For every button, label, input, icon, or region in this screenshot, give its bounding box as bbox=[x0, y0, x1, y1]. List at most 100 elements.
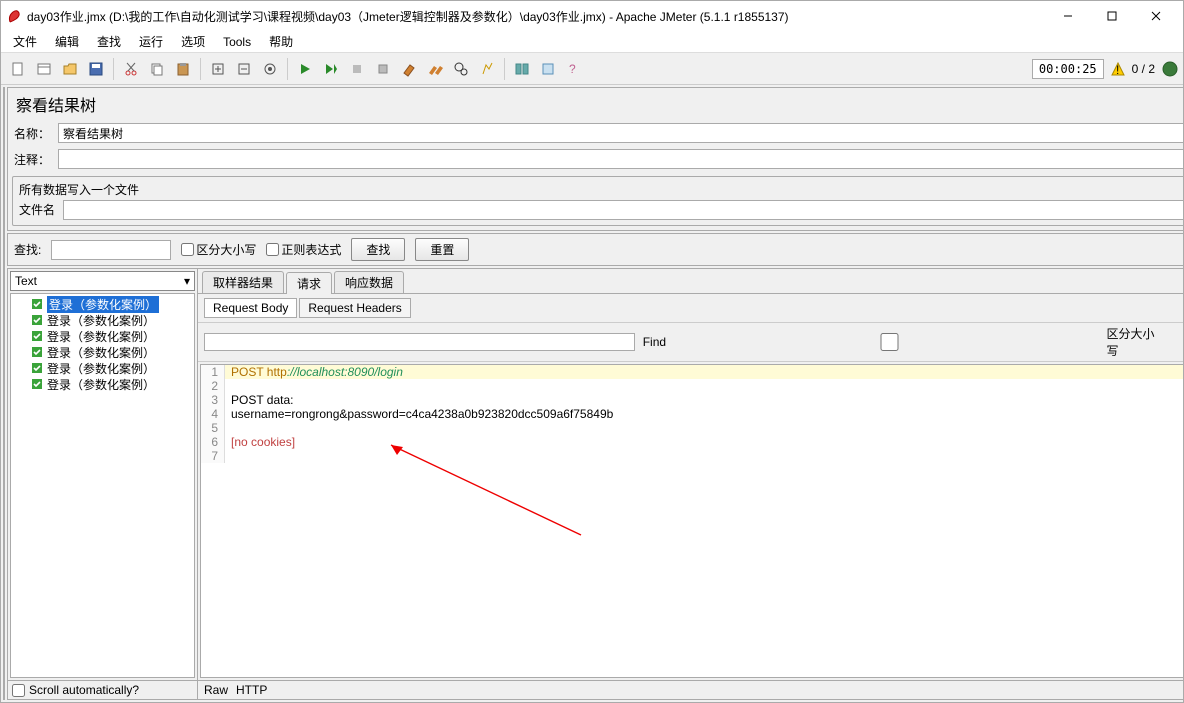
code-line: 6[no cookies] bbox=[201, 435, 1183, 449]
tree-item[interactable]: ⊞··随机顺序控制器 bbox=[4, 204, 5, 220]
tree-item[interactable]: ··查询所有学生 bbox=[4, 348, 5, 364]
maximize-button[interactable] bbox=[1091, 3, 1133, 29]
new-icon[interactable] bbox=[5, 56, 31, 82]
comment-label: 注释： bbox=[14, 151, 54, 168]
shutdown-icon[interactable] bbox=[370, 56, 396, 82]
start-notimers-icon[interactable] bbox=[318, 56, 344, 82]
clear-icon[interactable] bbox=[396, 56, 422, 82]
server-icon[interactable] bbox=[1161, 60, 1179, 78]
svg-text:!: ! bbox=[1116, 63, 1119, 77]
renderer-dropdown[interactable]: Text ▾ bbox=[10, 271, 195, 291]
save-icon[interactable] bbox=[83, 56, 109, 82]
tree-item[interactable]: ⊞··如果（If）控制器 bbox=[4, 316, 5, 332]
tree-item[interactable]: ⊞··事务控制器 bbox=[4, 300, 5, 316]
tree-item[interactable]: ⊞··随机控制器 bbox=[4, 188, 5, 204]
tree-item[interactable]: ⊞··ForEach控制器 bbox=[4, 284, 5, 300]
sample-results-list[interactable]: 登录（参数化案例）登录（参数化案例）登录（参数化案例）登录（参数化案例）登录（参… bbox=[10, 293, 195, 678]
reset-search-icon[interactable] bbox=[474, 56, 500, 82]
function-icon[interactable] bbox=[509, 56, 535, 82]
raw-label[interactable]: Raw bbox=[204, 683, 228, 697]
file-output-group: 所有数据写入一个文件 文件名 浏览... 显示日志内容： 仅错误日志 仅成功日志… bbox=[12, 176, 1183, 226]
name-input[interactable] bbox=[58, 123, 1183, 143]
help-icon[interactable] bbox=[535, 56, 561, 82]
copy-icon[interactable] bbox=[144, 56, 170, 82]
tab-sampler[interactable]: 取样器结果 bbox=[202, 271, 284, 293]
tree-item[interactable]: ··察看结果树 bbox=[4, 124, 5, 140]
menu-run[interactable]: 运行 bbox=[131, 31, 171, 52]
subtab-headers[interactable]: Request Headers bbox=[299, 298, 410, 318]
tree-item[interactable]: ··登录（参数化案例） bbox=[4, 412, 5, 428]
test-plan-tree[interactable]: ⊟ 测试计划 ⊟ 线程组 ··察看结果树 ··用户定义的变量 ··BeanShe… bbox=[3, 87, 5, 700]
tree-root[interactable]: ⊟ 测试计划 bbox=[4, 92, 5, 108]
sample-result-item[interactable]: 登录（参数化案例） bbox=[13, 312, 192, 328]
find-case-checkbox[interactable]: 区分大小写 bbox=[674, 325, 1163, 359]
find-in-body: Find 区分大小写 正则表达式 bbox=[198, 323, 1183, 362]
sample-result-item[interactable]: 登录（参数化案例） bbox=[13, 328, 192, 344]
minimize-button[interactable] bbox=[1047, 3, 1089, 29]
chevron-down-icon: ▾ bbox=[184, 274, 190, 288]
menu-search[interactable]: 查找 bbox=[89, 31, 129, 52]
tab-response[interactable]: 响应数据 bbox=[334, 271, 404, 293]
start-icon[interactable] bbox=[292, 56, 318, 82]
tree-item[interactable]: ⊞··简单控制器 bbox=[4, 172, 5, 188]
menu-tools[interactable]: Tools bbox=[215, 33, 259, 51]
listener-panel: 察看结果树 名称： 注释： 所有数据写入一个文件 文件名 浏览... 显示日志内… bbox=[7, 87, 1183, 231]
menu-options[interactable]: 选项 bbox=[173, 31, 213, 52]
find-regex-checkbox[interactable]: 正则表达式 bbox=[1171, 325, 1183, 359]
tree-item[interactable]: ⊞··循环控制器 bbox=[4, 220, 5, 236]
collapse-icon[interactable] bbox=[231, 56, 257, 82]
search-icon[interactable] bbox=[448, 56, 474, 82]
request-body-view[interactable]: 1POST http://localhost:8090/login2 3POST… bbox=[200, 364, 1183, 678]
http-label[interactable]: HTTP bbox=[236, 683, 267, 697]
code-line: 4username=rongrong&password=c4ca4238a0b9… bbox=[201, 407, 1183, 421]
sample-result-item[interactable]: 登录（参数化案例） bbox=[13, 376, 192, 392]
tree-item[interactable]: ⊞··While控制器（不填） bbox=[4, 364, 5, 380]
sample-result-item[interactable]: 登录（参数化案例） bbox=[13, 296, 192, 312]
sample-result-item[interactable]: 登录（参数化案例） bbox=[13, 360, 192, 376]
tree-item[interactable]: ··CSV 数据文件设置 bbox=[4, 396, 5, 412]
tree-item[interactable]: ··BeanShell 取样器 bbox=[4, 156, 5, 172]
comment-input[interactable] bbox=[58, 149, 1183, 169]
subtab-body[interactable]: Request Body bbox=[204, 298, 297, 318]
tree-item[interactable]: ⊞··仅一次控制器 bbox=[4, 252, 5, 268]
menu-help[interactable]: 帮助 bbox=[261, 31, 301, 52]
menu-file[interactable]: 文件 bbox=[5, 31, 45, 52]
expand-icon[interactable] bbox=[205, 56, 231, 82]
warning-icon: ! bbox=[1110, 61, 1126, 77]
close-button[interactable] bbox=[1135, 3, 1177, 29]
toggle-icon[interactable] bbox=[257, 56, 283, 82]
elapsed-timer: 00:00:25 bbox=[1032, 59, 1104, 79]
tree-item[interactable]: ··查询所有学生1 bbox=[4, 236, 5, 252]
name-label: 名称： bbox=[14, 125, 54, 142]
window-title: day03作业.jmx (D:\我的工作\自动化测试学习\课程视频\day03（… bbox=[27, 8, 789, 25]
templates-icon[interactable] bbox=[31, 56, 57, 82]
cut-icon[interactable] bbox=[118, 56, 144, 82]
code-line: 5 bbox=[201, 421, 1183, 435]
tree-item[interactable]: ⊞··While控制器（LAST） bbox=[4, 380, 5, 396]
menu-edit[interactable]: 编辑 bbox=[47, 31, 87, 52]
tree-item[interactable]: ··用户定义的变量 bbox=[4, 140, 5, 156]
menubar: 文件 编辑 查找 运行 选项 Tools 帮助 bbox=[1, 31, 1183, 53]
find-label: Find bbox=[643, 335, 666, 349]
code-line: 7 bbox=[201, 449, 1183, 463]
request-subtabs: Request Body Request Headers bbox=[198, 294, 1183, 323]
paste-icon[interactable] bbox=[170, 56, 196, 82]
tree-thread-group[interactable]: ⊟ 线程组 bbox=[4, 108, 5, 124]
case-sensitive-checkbox[interactable]: 区分大小写 bbox=[181, 241, 256, 258]
sample-result-item[interactable]: 登录（参数化案例） bbox=[13, 344, 192, 360]
find-input[interactable] bbox=[204, 333, 635, 351]
tree-item[interactable]: ⊞··Runtime控制器 bbox=[4, 332, 5, 348]
scroll-auto-checkbox[interactable]: Scroll automatically? bbox=[8, 680, 197, 699]
tab-request[interactable]: 请求 bbox=[286, 272, 332, 294]
raw-http-row: Raw HTTP bbox=[198, 680, 1183, 699]
whatsthis-icon[interactable]: ? bbox=[561, 56, 587, 82]
open-icon[interactable] bbox=[57, 56, 83, 82]
regex-checkbox[interactable]: 正则表达式 bbox=[266, 241, 341, 258]
search-input[interactable] bbox=[51, 240, 171, 260]
search-button[interactable]: 查找 bbox=[351, 238, 405, 261]
clearall-icon[interactable] bbox=[422, 56, 448, 82]
reset-button[interactable]: 重置 bbox=[415, 238, 469, 261]
file-input[interactable] bbox=[63, 200, 1183, 220]
tree-item[interactable]: ⊞··Switch控制器 bbox=[4, 268, 5, 284]
stop-icon[interactable] bbox=[344, 56, 370, 82]
